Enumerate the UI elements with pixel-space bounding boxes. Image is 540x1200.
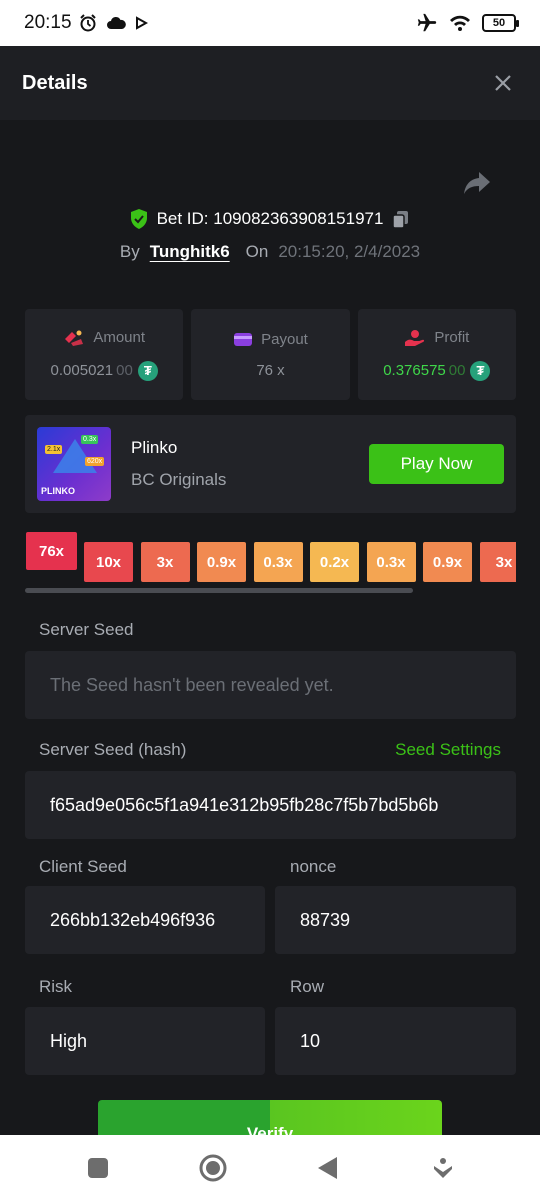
multiplier-slot: 0.3x	[366, 542, 416, 582]
play-icon	[135, 16, 148, 30]
payout-value: 76 x	[256, 362, 284, 379]
by-label: By	[119, 242, 140, 261]
profit-card: Profit 0.376575 00 ₮	[357, 309, 516, 400]
multiplier-slot: 10x	[84, 542, 133, 582]
details-content: Bet ID: 109082363908151971 By Tunghitk6 …	[0, 120, 540, 1135]
wallet-icon	[234, 333, 253, 346]
back-button[interactable]	[308, 1148, 348, 1188]
alarm-icon	[79, 14, 96, 32]
seed-settings-link[interactable]: Seed Settings	[395, 740, 501, 760]
payout-card: Payout 76 x	[191, 309, 350, 400]
status-bar: 20:15 50	[0, 0, 540, 46]
client-seed-field[interactable]: 266bb132eb496f936	[25, 886, 265, 954]
bet-meta: By Tunghitk6 On 20:15:20, 2/4/2023	[0, 242, 540, 262]
thumb-tag: 620x	[85, 457, 105, 466]
profit-icon	[405, 329, 425, 346]
nonce-field[interactable]: 88739	[275, 886, 516, 954]
multiplier-slot: 0.3x	[253, 542, 303, 582]
play-now-button[interactable]: Play Now	[369, 444, 504, 484]
game-card: 2.1x 0.3x 620x PLINKO Plinko BC Original…	[25, 415, 516, 513]
amount-value-main: 0.005021	[50, 362, 114, 379]
shield-check-icon	[130, 209, 147, 229]
assistant-icon	[433, 1157, 452, 1178]
amount-value: 0.005021 00 ₮	[50, 360, 158, 381]
profit-label: Profit	[434, 329, 470, 346]
risk-label: Risk	[39, 977, 73, 996]
payout-value-text: 76 x	[256, 361, 285, 379]
bet-date: 20:15:20, 2/4/2023	[278, 242, 421, 261]
row-label: Row	[290, 977, 325, 996]
amount-label: Amount	[93, 329, 146, 346]
profit-value-main: 0.376575	[383, 362, 446, 379]
thumb-tag: 2.1x	[45, 445, 63, 454]
amount-value-dim: 00	[116, 362, 133, 379]
airplane-icon	[417, 13, 437, 32]
bet-id: Bet ID: 109082363908151971	[156, 209, 384, 228]
server-seed-hash-field[interactable]: f65ad9e056c5f1a941e312b95fb28c7f5b7bd5b6…	[25, 771, 516, 839]
bet-user-link[interactable]: Tunghitk6	[150, 242, 230, 262]
amount-card: Amount 0.005021 00 ₮	[25, 309, 184, 400]
client-seed-label: Client Seed	[39, 857, 127, 876]
multiplier-slot: 0.2x	[310, 542, 359, 582]
details-header: Details	[0, 46, 540, 120]
plinko-thumbnail[interactable]: 2.1x 0.3x 620x PLINKO	[37, 427, 111, 501]
close-button[interactable]	[488, 68, 518, 98]
game-provider: BC Originals	[131, 470, 227, 489]
nonce-label: nonce	[290, 857, 337, 876]
cloud-icon	[106, 16, 126, 29]
page-title: Details	[22, 71, 88, 94]
multiplier-slot: 76x	[26, 532, 77, 570]
recents-button[interactable]	[78, 1148, 118, 1188]
server-seed-field[interactable]: The Seed hasn't been revealed yet.	[25, 651, 516, 719]
assistant-button[interactable]	[423, 1148, 463, 1188]
battery-icon: 50	[482, 14, 519, 32]
on-label: On	[245, 242, 269, 261]
multiplier-slot: 3x	[479, 542, 516, 582]
recents-icon	[87, 1157, 108, 1178]
game-name: Plinko	[131, 438, 178, 457]
share-button[interactable]	[462, 170, 492, 196]
wifi-icon	[450, 15, 470, 31]
server-seed-hash-label: Server Seed (hash)	[39, 740, 187, 759]
multiplier-scrollbar[interactable]	[25, 588, 413, 593]
multiplier-slot: 3x	[140, 542, 190, 582]
close-icon	[495, 75, 511, 91]
battery-level: 50	[492, 17, 506, 29]
server-seed-label: Server Seed	[39, 620, 134, 639]
amount-icon	[65, 330, 84, 346]
share-icon	[464, 172, 490, 194]
home-button[interactable]	[193, 1148, 233, 1188]
profit-value-dim: 00	[448, 362, 466, 379]
verify-button[interactable]: Verify	[98, 1100, 442, 1135]
thumb-tag: 0.3x	[81, 435, 99, 444]
status-time: 20:15	[24, 12, 72, 33]
tether-icon: ₮	[470, 360, 491, 381]
multiplier-slot: 0.9x	[197, 542, 246, 582]
row-field[interactable]: 10	[275, 1007, 516, 1075]
tether-icon: ₮	[137, 360, 158, 381]
profit-value: 0.376575 00 ₮	[383, 360, 491, 381]
payout-label: Payout	[261, 330, 308, 348]
thumb-game-name: PLINKO	[41, 486, 76, 496]
risk-field[interactable]: High	[25, 1007, 265, 1075]
system-nav-bar	[0, 1135, 540, 1200]
multiplier-slot: 0.9x	[423, 542, 472, 582]
copy-icon[interactable]	[391, 209, 411, 229]
multiplier-strip[interactable]: 76x 10x 3x 0.9x 0.3x 0.2x 0.3x 0.9x 3x	[26, 530, 516, 582]
home-icon	[199, 1154, 226, 1181]
bet-id-row: Bet ID: 109082363908151971	[0, 208, 540, 230]
bet-stats: Amount 0.005021 00 ₮ Payout 76 x Profit 0…	[25, 309, 516, 400]
back-icon	[317, 1156, 337, 1179]
